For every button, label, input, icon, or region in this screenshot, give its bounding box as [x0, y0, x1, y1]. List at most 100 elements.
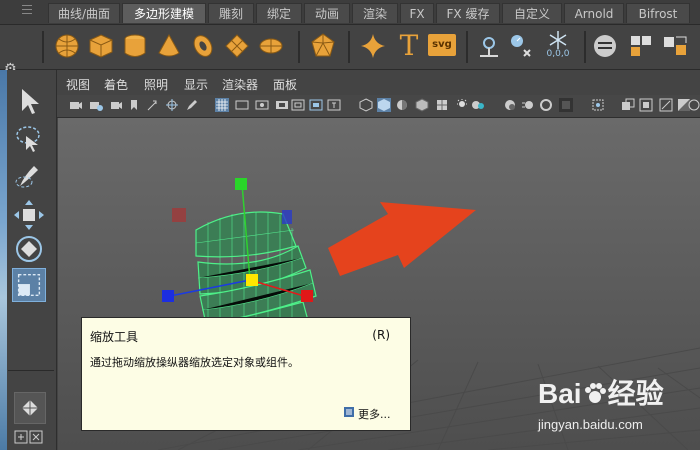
tab-fx-cache[interactable]: FX 缓存	[436, 3, 500, 23]
baidu-watermark: Bai 经验 jingyan.baidu.com	[538, 372, 698, 444]
tab-custom[interactable]: 自定义	[502, 3, 562, 23]
rotate-tool-icon[interactable]	[12, 232, 46, 266]
film-gate-icon[interactable]	[235, 98, 249, 112]
tooltip-more-link[interactable]: 更多...	[358, 406, 391, 422]
safe-title-icon[interactable]	[327, 98, 341, 112]
menu-renderer[interactable]: 渲染器	[222, 76, 258, 93]
scale-tool-icon	[17, 273, 41, 297]
separate-icon[interactable]	[660, 31, 690, 61]
smooth-shade-icon[interactable]	[377, 98, 391, 112]
plane-icon[interactable]	[222, 31, 252, 61]
torus-icon[interactable]	[188, 31, 218, 61]
reset-transform-label: 0,0,0	[546, 49, 570, 59]
textured-icon[interactable]	[435, 98, 449, 112]
anti-alias-icon[interactable]	[539, 98, 553, 112]
menu-panels[interactable]: 面板	[273, 76, 297, 93]
grease-pencil-icon[interactable]	[185, 98, 199, 112]
camera-lock-icon[interactable]	[89, 98, 103, 112]
depth-of-field-icon[interactable]	[559, 98, 573, 112]
watermark-site: jingyan.baidu.com	[538, 417, 643, 432]
shelf-divider	[584, 31, 586, 63]
resolution-gate-icon[interactable]	[255, 98, 269, 112]
gate-mask-icon[interactable]	[275, 98, 289, 112]
sphere-icon[interactable]	[52, 31, 82, 61]
grid-toggle-icon[interactable]	[215, 98, 229, 112]
pivot-icon[interactable]	[474, 31, 504, 61]
scale-tool-button[interactable]	[12, 268, 46, 302]
tab-rendering[interactable]: 渲染	[352, 3, 398, 23]
camera-select-icon[interactable]	[69, 98, 83, 112]
layout-single-icon[interactable]	[14, 392, 46, 424]
scale-plane-handle[interactable]	[282, 210, 292, 224]
watermark-brand-right: 经验	[607, 378, 664, 409]
tab-animation[interactable]: 动画	[304, 3, 350, 23]
help-book-icon[interactable]	[343, 406, 355, 418]
combine-icon[interactable]	[590, 31, 620, 61]
2d-pan-icon[interactable]	[165, 98, 179, 112]
safe-action-icon[interactable]	[309, 98, 323, 112]
menu-lighting[interactable]: 照明	[144, 76, 168, 93]
reset-transform-icon[interactable]: 0,0,0	[540, 29, 576, 59]
cylinder-icon[interactable]	[120, 31, 150, 61]
shelf-divider	[466, 31, 468, 63]
cube-icon[interactable]	[86, 31, 116, 61]
move-tool-icon[interactable]	[12, 198, 46, 232]
tooltip-title: 缩放工具	[90, 330, 139, 344]
shelf-grip-icon[interactable]	[22, 5, 32, 19]
wireframe-icon[interactable]	[359, 98, 373, 112]
lasso-tool-icon[interactable]	[12, 122, 46, 156]
menu-show[interactable]: 显示	[184, 76, 208, 93]
scale-center-handle[interactable]	[246, 274, 258, 286]
paint-select-tool-icon[interactable]	[12, 160, 46, 194]
lights-icon[interactable]	[455, 98, 469, 112]
shelf-tab-bar: 曲线/曲面 多边形建模 雕刻 绑定 动画 渲染 FX FX 缓存 自定义 Arn…	[0, 0, 700, 25]
platonic-icon[interactable]	[308, 31, 338, 61]
menu-view[interactable]: 视图	[66, 76, 90, 93]
select-tool-icon[interactable]	[12, 84, 46, 118]
panel-menu-bar: 视图 着色 照明 显示 渲染器 面板	[57, 73, 700, 95]
wireframe-on-shaded-icon[interactable]	[415, 98, 429, 112]
toolbox-divider	[8, 370, 54, 371]
toolbox	[0, 70, 57, 450]
xray-components-icon[interactable]	[659, 98, 673, 112]
shadows-icon[interactable]	[471, 98, 485, 112]
svg-icon[interactable]: svg	[428, 34, 456, 56]
motion-blur-icon[interactable]	[521, 98, 535, 112]
desktop-edge	[0, 70, 7, 450]
super-shape-icon[interactable]	[358, 31, 388, 61]
menu-shading[interactable]: 着色	[104, 76, 128, 93]
shelf-divider	[348, 31, 350, 63]
scale-z-handle[interactable]	[162, 290, 174, 302]
shelf-divider	[298, 31, 300, 63]
scale-y-handle[interactable]	[235, 178, 247, 190]
scale-plane-handle[interactable]	[172, 208, 186, 222]
xray-joints-icon[interactable]	[639, 98, 653, 112]
disk-icon[interactable]	[256, 31, 286, 61]
xray-icon[interactable]	[621, 98, 635, 112]
tab-arnold[interactable]: Arnold	[564, 3, 624, 23]
isolate-select-icon[interactable]	[591, 98, 605, 112]
bookmark-icon[interactable]	[127, 98, 141, 112]
tab-poly-modeling[interactable]: 多边形建模	[122, 3, 206, 23]
tool-tooltip: 缩放工具 (R) 通过拖动缩放操纵器缩放选定对象或组件。 更多...	[81, 317, 411, 431]
image-plane-icon[interactable]	[145, 98, 159, 112]
panel-toolbar	[57, 95, 700, 118]
camera-attributes-icon[interactable]	[109, 98, 123, 112]
tab-rigging[interactable]: 绑定	[256, 3, 302, 23]
cone-icon[interactable]	[154, 31, 184, 61]
default-material-icon[interactable]	[395, 98, 409, 112]
tab-sculpting[interactable]: 雕刻	[208, 3, 254, 23]
field-chart-icon[interactable]	[291, 98, 305, 112]
ambient-occlusion-icon[interactable]	[503, 98, 517, 112]
tab-fx[interactable]: FX	[400, 3, 434, 23]
watermark-logo: Bai 经验	[538, 372, 664, 412]
tab-curves-surfaces[interactable]: 曲线/曲面	[48, 3, 120, 23]
shelf-divider	[42, 31, 44, 63]
scale-x-handle[interactable]	[301, 290, 313, 302]
extract-icon[interactable]	[626, 31, 656, 61]
gamma-icon[interactable]	[687, 98, 700, 112]
tab-bifrost[interactable]: Bifrost	[626, 3, 690, 23]
freeze-icon[interactable]	[506, 31, 536, 61]
text-icon[interactable]: T	[394, 31, 424, 61]
layout-grid-icon[interactable]	[14, 430, 44, 446]
